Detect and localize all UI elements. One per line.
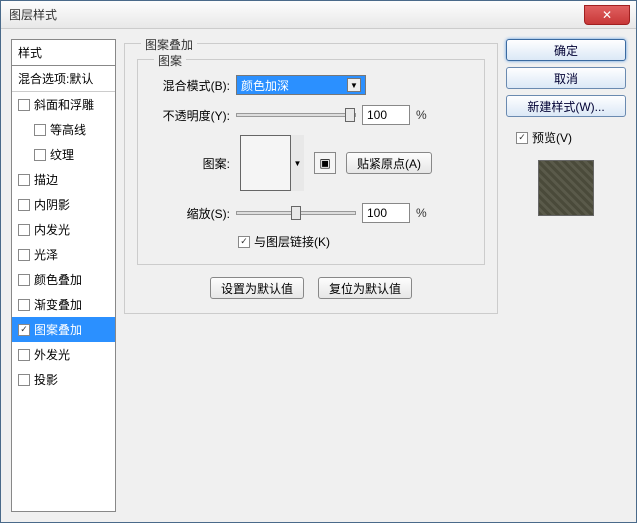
style-checkbox[interactable] <box>18 349 30 361</box>
scale-slider[interactable] <box>236 211 356 215</box>
new-preset-button[interactable]: ▣ <box>314 152 336 174</box>
cancel-button[interactable]: 取消 <box>506 67 626 89</box>
blend-mode-row: 混合模式(B): 颜色加深 ▼ <box>150 75 472 95</box>
dialog-body: 样式 混合选项:默认 斜面和浮雕等高线纹理描边内阴影内发光光泽颜色叠加渐变叠加图… <box>1 29 636 522</box>
style-checkbox[interactable] <box>18 249 30 261</box>
scale-input[interactable] <box>362 203 410 223</box>
pattern-swatch[interactable]: ▼ <box>240 135 304 191</box>
style-label: 纹理 <box>50 146 74 163</box>
reset-default-button[interactable]: 复位为默认值 <box>318 277 412 299</box>
style-checkbox[interactable] <box>34 124 46 136</box>
blend-mode-select[interactable]: 颜色加深 ▼ <box>236 75 366 95</box>
style-item-7[interactable]: 颜色叠加 <box>12 267 115 292</box>
slider-thumb[interactable] <box>345 108 355 122</box>
preview-swatch <box>538 160 594 216</box>
style-checkbox[interactable] <box>18 99 30 111</box>
style-item-10[interactable]: 外发光 <box>12 342 115 367</box>
style-item-3[interactable]: 描边 <box>12 167 115 192</box>
snap-origin-button[interactable]: 贴紧原点(A) <box>346 152 432 174</box>
opacity-input[interactable] <box>362 105 410 125</box>
make-default-button[interactable]: 设置为默认值 <box>210 277 304 299</box>
style-item-5[interactable]: 内发光 <box>12 217 115 242</box>
scale-label: 缩放(S): <box>150 205 230 222</box>
style-checkbox[interactable] <box>18 374 30 386</box>
style-checkbox[interactable] <box>18 274 30 286</box>
style-label: 等高线 <box>50 121 86 138</box>
new-style-button[interactable]: 新建样式(W)... <box>506 95 626 117</box>
blend-mode-value: 颜色加深 <box>241 77 289 94</box>
close-icon: ✕ <box>602 8 612 22</box>
styles-list: 样式 混合选项:默认 斜面和浮雕等高线纹理描边内阴影内发光光泽颜色叠加渐变叠加图… <box>11 39 116 512</box>
link-with-layer-row[interactable]: 与图层链接(K) <box>238 233 472 250</box>
style-label: 斜面和浮雕 <box>34 96 94 113</box>
style-checkbox[interactable] <box>18 299 30 311</box>
link-label: 与图层链接(K) <box>254 233 330 250</box>
scale-unit: % <box>416 206 427 220</box>
preview-checkbox[interactable] <box>516 132 528 144</box>
pattern-group: 图案 混合模式(B): 颜色加深 ▼ 不透明度(Y): <box>137 59 485 265</box>
style-item-1[interactable]: 等高线 <box>12 117 115 142</box>
style-label: 图案叠加 <box>34 321 82 338</box>
style-label: 外发光 <box>34 346 70 363</box>
style-item-6[interactable]: 光泽 <box>12 242 115 267</box>
pattern-label: 图案: <box>150 155 230 172</box>
blend-mode-label: 混合模式(B): <box>150 77 230 94</box>
style-label: 投影 <box>34 371 58 388</box>
style-item-9[interactable]: 图案叠加 <box>12 317 115 342</box>
style-label: 描边 <box>34 171 58 188</box>
style-item-2[interactable]: 纹理 <box>12 142 115 167</box>
opacity-slider[interactable] <box>236 113 356 117</box>
opacity-label: 不透明度(Y): <box>150 107 230 124</box>
section-title: 图案叠加 <box>141 36 197 53</box>
opacity-row: 不透明度(Y): % <box>150 105 472 125</box>
style-label: 内阴影 <box>34 196 70 213</box>
style-checkbox[interactable] <box>18 324 30 336</box>
titlebar: 图层样式 ✕ <box>1 1 636 29</box>
style-checkbox[interactable] <box>18 199 30 211</box>
style-label: 内发光 <box>34 221 70 238</box>
style-checkbox[interactable] <box>18 224 30 236</box>
preview-label: 预览(V) <box>532 129 572 146</box>
slider-thumb[interactable] <box>291 206 301 220</box>
default-buttons-row: 设置为默认值 复位为默认值 <box>137 277 485 299</box>
document-icon: ▣ <box>319 156 330 170</box>
ok-button[interactable]: 确定 <box>506 39 626 61</box>
preview-toggle[interactable]: 预览(V) <box>516 129 626 146</box>
pattern-dropdown-icon[interactable]: ▼ <box>290 135 304 191</box>
style-checkbox[interactable] <box>18 174 30 186</box>
close-button[interactable]: ✕ <box>584 5 630 25</box>
style-item-0[interactable]: 斜面和浮雕 <box>12 92 115 117</box>
blend-options-row[interactable]: 混合选项:默认 <box>12 66 115 92</box>
opacity-unit: % <box>416 108 427 122</box>
scale-row: 缩放(S): % <box>150 203 472 223</box>
style-item-8[interactable]: 渐变叠加 <box>12 292 115 317</box>
layer-style-dialog: 图层样式 ✕ 样式 混合选项:默认 斜面和浮雕等高线纹理描边内阴影内发光光泽颜色… <box>0 0 637 523</box>
pattern-row: 图案: ▼ ▣ 贴紧原点(A) <box>150 135 472 191</box>
style-item-11[interactable]: 投影 <box>12 367 115 392</box>
pattern-overlay-section: 图案叠加 图案 混合模式(B): 颜色加深 ▼ <box>124 43 498 314</box>
action-panel: 确定 取消 新建样式(W)... 预览(V) <box>506 39 626 512</box>
link-checkbox[interactable] <box>238 236 250 248</box>
style-label: 渐变叠加 <box>34 296 82 313</box>
style-checkbox[interactable] <box>34 149 46 161</box>
chevron-down-icon: ▼ <box>347 78 361 92</box>
style-label: 光泽 <box>34 246 58 263</box>
style-label: 颜色叠加 <box>34 271 82 288</box>
style-item-4[interactable]: 内阴影 <box>12 192 115 217</box>
window-title: 图层样式 <box>9 6 57 23</box>
group-title: 图案 <box>154 52 186 69</box>
settings-panel: 图案叠加 图案 混合模式(B): 颜色加深 ▼ <box>124 39 498 512</box>
styles-header[interactable]: 样式 <box>12 40 115 66</box>
